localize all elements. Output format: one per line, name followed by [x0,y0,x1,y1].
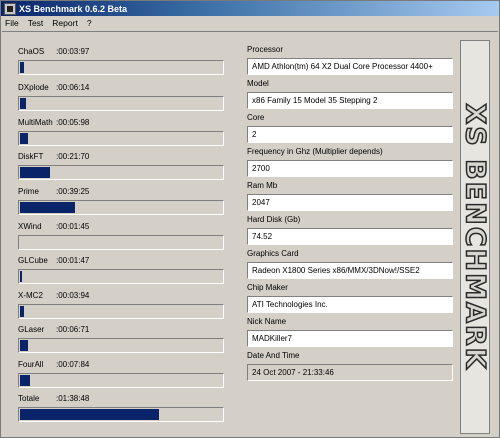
info-label: Chip Maker [247,283,288,292]
progress-fill [20,62,24,73]
benchmark-diskft: DiskFT : 00:21:70 [18,151,224,180]
info-graphics-card: Graphics Card Radeon X1800 Series x86/MM… [247,249,453,279]
date-time-field: 24 Oct 2007 - 21:33:46 [247,364,453,381]
progress-bar [18,338,224,353]
info-nick-name: Nick Name MADKiller7 [247,317,453,347]
graphics-card-field[interactable]: Radeon X1800 Series x86/MMX/3DNow!/SSE2 [247,262,453,279]
benchmark-xwind: XWind : 00:01:45 [18,221,224,250]
menu-test[interactable]: Test [28,18,44,28]
benchmark-time: 00:21:70 [58,151,90,161]
benchmark-name: GLCube [18,255,48,265]
progress-bar [18,407,224,422]
benchmark-totale: Totale : 01:38:48 [18,393,224,422]
progress-fill [20,340,28,351]
progress-fill [20,202,75,213]
benchmark-time: 00:03:94 [58,290,90,300]
info-label: Frequency in Ghz (Multiplier depends) [247,147,383,156]
progress-bar [18,131,224,146]
benchmark-time: 00:01:47 [58,255,90,265]
info-processor: Processor AMD Athlon(tm) 64 X2 Dual Core… [247,45,453,75]
app-icon[interactable] [4,2,16,15]
core-field[interactable]: 2 [247,126,453,143]
frequency-field[interactable]: 2700 [247,160,453,177]
benchmark-name: XWind [18,221,42,231]
benchmark-glcube: GLCube : 00:01:47 [18,255,224,284]
logo-text: XS BENCHMARK [460,103,490,372]
menu-bar: File Test Report ? [1,16,499,30]
benchmark-xmc2: X-MC2 : 00:03:94 [18,290,224,319]
window-title: XS Benchmark 0.6.2 Beta [19,3,128,14]
menu-file[interactable]: File [5,18,19,28]
chip-maker-field[interactable]: ATI Technologies Inc. [247,296,453,313]
nick-name-field[interactable]: MADKiller7 [247,330,453,347]
info-label: Nick Name [247,317,287,326]
info-label: Date And Time [247,351,300,360]
info-label: Processor [247,45,284,54]
info-frequency: Frequency in Ghz (Multiplier depends) 27… [247,147,453,177]
benchmark-time: 00:39:25 [58,186,90,196]
info-date-time: Date And Time 24 Oct 2007 - 21:33:46 [247,351,453,381]
benchmark-fourall: FourAll : 00:07:84 [18,359,224,388]
benchmark-name: DiskFT [18,151,44,161]
benchmark-name: ChaOS [18,46,45,56]
benchmark-name: FourAll [18,359,44,369]
info-hard-disk: Hard Disk (Gb) 74.52 [247,215,453,245]
benchmark-prime: Prime : 00:39:25 [18,186,224,215]
benchmark-name: DXplode [18,82,49,92]
progress-fill [20,167,50,178]
progress-bar [18,60,224,75]
benchmark-name: GLaser [18,324,45,334]
info-ram: Ram Mb 2047 [247,181,453,211]
benchmark-time: 00:03:97 [58,46,90,56]
benchmark-time: 00:07:84 [58,359,90,369]
app-window: XS Benchmark 0.6.2 Beta File Test Report… [0,0,500,438]
benchmark-name: Totale [18,393,40,403]
benchmark-glaser: GLaser : 00:06:71 [18,324,224,353]
info-label: Core [247,113,265,122]
progress-bar [18,96,224,111]
progress-fill [20,375,30,386]
progress-fill [20,133,28,144]
benchmark-chaos: ChaOS : 00:03:97 [18,46,224,75]
main-content: ChaOS : 00:03:97 DXplode : 00:06:14 Mult… [2,31,498,436]
info-core: Core 2 [247,113,453,143]
xs-benchmark-logo: XS BENCHMARK [460,40,490,434]
info-model: Model x86 Family 15 Model 35 Stepping 2 [247,79,453,109]
benchmark-name: MultiMath [18,117,53,127]
info-chip-maker: Chip Maker ATI Technologies Inc. [247,283,453,313]
benchmark-multimath: MultiMath : 00:05:98 [18,117,224,146]
progress-bar [18,235,224,250]
info-label: Graphics Card [247,249,299,258]
progress-fill [20,271,22,282]
hard-disk-field[interactable]: 74.52 [247,228,453,245]
benchmark-time: 01:38:48 [58,393,90,403]
info-label: Model [247,79,269,88]
progress-bar [18,200,224,215]
info-label: Ram Mb [247,181,278,190]
ram-field[interactable]: 2047 [247,194,453,211]
progress-fill [20,409,159,420]
processor-field[interactable]: AMD Athlon(tm) 64 X2 Dual Core Processor… [247,58,453,75]
benchmark-name: X-MC2 [18,290,43,300]
model-field[interactable]: x86 Family 15 Model 35 Stepping 2 [247,92,453,109]
progress-bar [18,165,224,180]
menu-help[interactable]: ? [87,18,92,28]
benchmark-name: Prime [18,186,39,196]
progress-bar [18,304,224,319]
benchmark-time: 00:06:14 [58,82,90,92]
progress-fill [20,98,26,109]
benchmark-time: 00:01:45 [58,221,90,231]
benchmark-time: 00:05:98 [58,117,90,127]
menu-report[interactable]: Report [52,18,78,28]
info-label: Hard Disk (Gb) [247,215,301,224]
benchmark-dxplode: DXplode : 00:06:14 [18,82,224,111]
benchmark-time: 00:06:71 [58,324,90,334]
progress-bar [18,373,224,388]
title-bar[interactable]: XS Benchmark 0.6.2 Beta [1,1,499,16]
progress-bar [18,269,224,284]
progress-fill [20,306,24,317]
